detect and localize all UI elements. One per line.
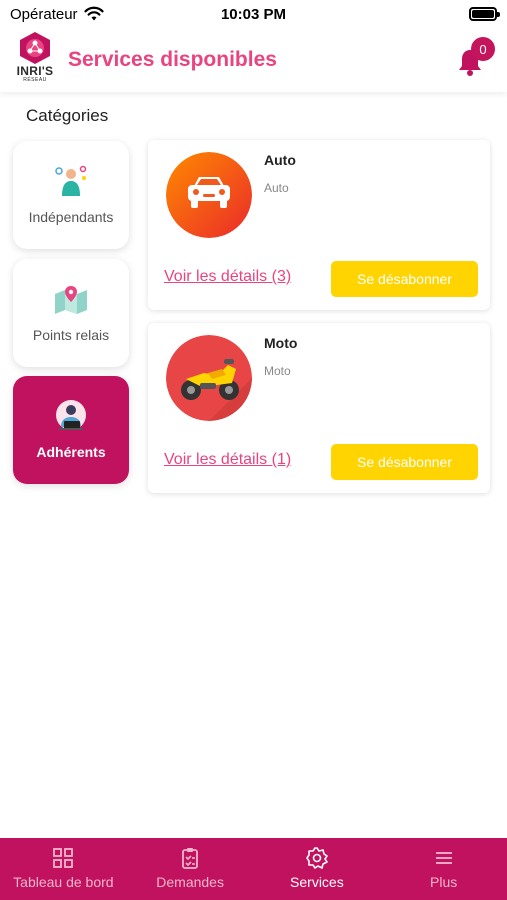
status-bar: Opérateur 10:03 PM xyxy=(0,0,507,28)
tab-plus[interactable]: Plus xyxy=(380,838,507,900)
logo-subtext: RÉSEAU xyxy=(23,77,47,83)
app-header: INRI'S RÉSEAU Services disponibles 0 xyxy=(0,28,507,92)
bottom-tab-bar: Tableau de bord Demandes Services Plus xyxy=(0,838,507,900)
tab-label: Demandes xyxy=(156,874,224,890)
battery-icon xyxy=(469,7,500,21)
status-left: Opérateur xyxy=(10,6,104,23)
category-adherents[interactable]: Adhérents xyxy=(13,376,129,484)
dashboard-grid-icon xyxy=(53,848,74,868)
tab-label: Tableau de bord xyxy=(13,874,114,890)
view-details-link[interactable]: Voir les détails (3) xyxy=(164,268,291,286)
gear-icon xyxy=(306,847,328,869)
unsubscribe-button[interactable]: Se désabonner xyxy=(331,261,478,297)
categories-heading: Catégories xyxy=(26,106,109,125)
view-details-link[interactable]: Voir les détails (1) xyxy=(164,451,291,469)
tab-label: Plus xyxy=(430,874,458,890)
category-label: Indépendants xyxy=(28,209,114,225)
unsubscribe-button[interactable]: Se désabonner xyxy=(331,444,478,480)
clipboard-icon xyxy=(182,848,199,869)
service-name: Auto xyxy=(264,152,296,168)
car-icon xyxy=(166,152,252,238)
app-logo: INRI'S RÉSEAU xyxy=(12,31,58,89)
relay-map-icon xyxy=(55,286,87,314)
app-screen: Opérateur 10:03 PM INRI'S RÉSEAU Service… xyxy=(0,0,507,900)
tab-tableau-de-bord[interactable]: Tableau de bord xyxy=(0,838,127,900)
category-independants[interactable]: Indépendants xyxy=(13,141,129,249)
tab-label: Services xyxy=(290,874,344,890)
tab-services[interactable]: Services xyxy=(254,838,381,900)
notification-button[interactable]: 0 xyxy=(457,37,495,76)
service-card-auto: Auto Auto Voir les détails (3) Se désabo… xyxy=(148,140,490,310)
menu-icon xyxy=(435,852,452,864)
carrier-label: Opérateur xyxy=(10,5,78,23)
independent-worker-icon xyxy=(55,165,87,196)
category-label: Adhérents xyxy=(36,444,106,460)
category-points-relais[interactable]: Points relais xyxy=(13,259,129,367)
service-subtitle: Auto xyxy=(264,181,289,195)
motorbike-icon xyxy=(166,335,252,421)
notification-badge: 0 xyxy=(471,37,495,61)
member-laptop-icon xyxy=(56,400,86,430)
page-title: Services disponibles xyxy=(68,48,277,71)
logo-emblem-icon xyxy=(20,32,50,64)
wifi-icon xyxy=(83,6,104,21)
service-name: Moto xyxy=(264,335,298,351)
service-subtitle: Moto xyxy=(264,364,291,378)
service-card-moto: Moto Moto Voir les détails (1) Se désabo… xyxy=(148,323,490,493)
tab-demandes[interactable]: Demandes xyxy=(127,838,254,900)
logo-text: INRI'S xyxy=(16,64,54,78)
category-label: Points relais xyxy=(32,327,110,343)
